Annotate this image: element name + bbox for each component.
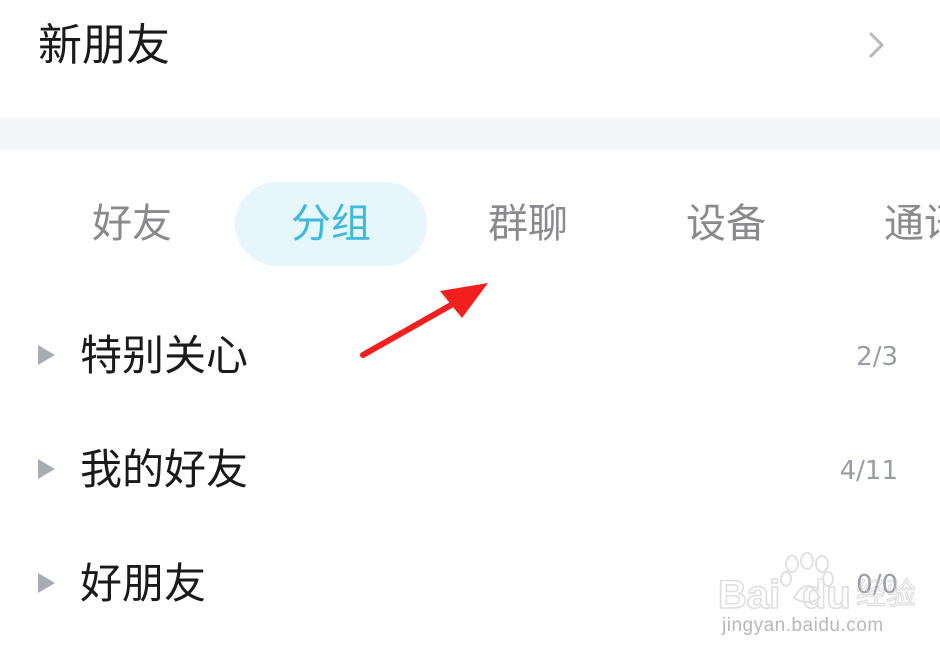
svg-text:du: du: [802, 573, 851, 617]
tab-contacts[interactable]: 通讯录: [884, 182, 940, 266]
new-friends-label: 新朋友: [38, 20, 170, 71]
watermark-url: jingyan.baidu.com: [722, 615, 884, 636]
group-name: 我的好友: [80, 445, 249, 494]
tab-group-chats[interactable]: 群聊: [488, 182, 568, 266]
expand-triangle-icon: [38, 345, 55, 365]
group-online-count: 4/11: [839, 456, 898, 486]
new-friends-row[interactable]: 新朋友: [0, 0, 940, 118]
section-divider: [0, 118, 940, 150]
expand-triangle-icon: [38, 573, 55, 593]
svg-text:经验: 经验: [856, 577, 916, 612]
tab-friends[interactable]: 好友: [92, 182, 172, 266]
group-name: 特别关心: [80, 331, 249, 380]
group-online-count: 2/3: [856, 342, 898, 372]
tab-groups[interactable]: 分组: [235, 182, 427, 266]
group-name: 好朋友: [80, 559, 207, 608]
group-row[interactable]: 我的好友 4/11: [0, 414, 940, 526]
tab-devices[interactable]: 设备: [686, 182, 766, 266]
expand-triangle-icon: [38, 459, 55, 479]
svg-text:Bai: Bai: [718, 573, 780, 617]
contacts-screen: 新朋友 好友 分组 群聊 设备 通讯录 特别关心 2/3 我的好友 4/11 好…: [0, 0, 940, 658]
tab-bar: 好友 分组 群聊 设备 通讯录: [0, 150, 940, 290]
chevron-right-icon: [869, 32, 884, 58]
group-row[interactable]: 特别关心 2/3: [0, 300, 940, 412]
